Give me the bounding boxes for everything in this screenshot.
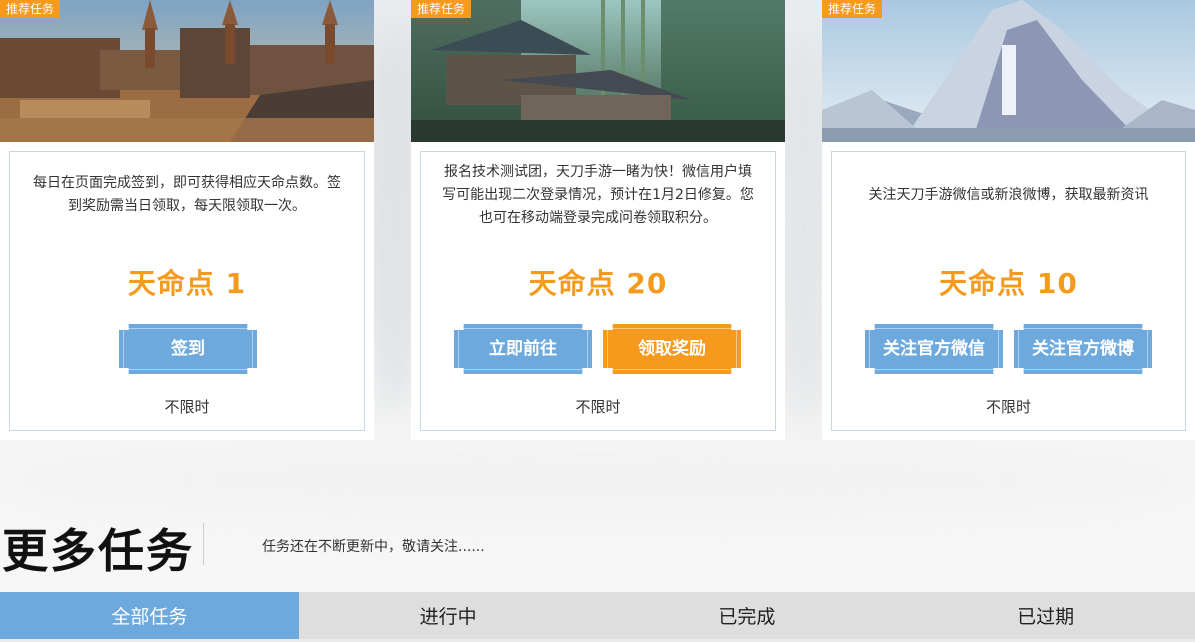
- recommended-badge: 推荐任务: [822, 0, 883, 18]
- follow-weibo-button[interactable]: 关注官方微博: [1014, 324, 1152, 374]
- time-limit: 不限时: [575, 398, 621, 416]
- recommended-badge: 推荐任务: [0, 0, 61, 18]
- tab-expired[interactable]: 已过期: [896, 592, 1195, 639]
- banner-image-snow-mountain: [822, 0, 1195, 142]
- section-title: 更多任务: [2, 524, 194, 578]
- task-description: 报名技术测试团，天刀手游一睹为快！微信用户填写可能出现二次登录情况，预计在1月2…: [442, 164, 754, 226]
- task-filter-tabs: 全部任务 进行中 已完成 已过期: [0, 592, 1195, 639]
- time-limit: 不限时: [985, 398, 1031, 416]
- go-now-button[interactable]: 立即前往: [454, 324, 592, 374]
- time-limit: 不限时: [164, 398, 210, 416]
- checkin-button[interactable]: 签到: [119, 324, 257, 374]
- task-description: 每日在页面完成签到，即可获得相应天命点数。签到奖励需当日领取，每天限领取一次。: [33, 175, 341, 214]
- banner-image-bamboo-village: [411, 0, 785, 142]
- tab-all-tasks[interactable]: 全部任务: [0, 592, 299, 639]
- recommended-badge: 推荐任务: [411, 0, 472, 18]
- reward-points: 天命点 10: [939, 267, 1078, 300]
- banner-image-desert-town: [0, 0, 374, 142]
- follow-wechat-button[interactable]: 关注官方微信: [865, 324, 1003, 374]
- claim-reward-button[interactable]: 领取奖励: [603, 324, 741, 374]
- task-box: 每日在页面完成签到，即可获得相应天命点数。签到奖励需当日领取，每天限领取一次。 …: [9, 151, 365, 431]
- reward-points: 天命点 1: [127, 267, 247, 300]
- task-card-follow: 推荐任务 关注天刀手游微信或新浪微博，获取最新资讯 天命点 10 关注官方微信 …: [822, 0, 1195, 440]
- reward-points: 天命点 20: [528, 267, 668, 300]
- task-box: 报名技术测试团，天刀手游一睹为快！微信用户填写可能出现二次登录情况，预计在1月2…: [420, 151, 776, 431]
- task-description: 关注天刀手游微信或新浪微博，获取最新资讯: [868, 187, 1149, 203]
- task-card-checkin: 推荐任务 每日在页面完成签到，即可获得相应天命点数。签到奖励需当日领取，每天限领…: [0, 0, 374, 440]
- task-box: 关注天刀手游微信或新浪微博，获取最新资讯 天命点 10 关注官方微信 关注官方微…: [831, 151, 1186, 431]
- title-divider: [203, 523, 204, 565]
- tab-in-progress[interactable]: 进行中: [299, 592, 598, 639]
- tab-completed[interactable]: 已完成: [598, 592, 897, 639]
- section-subtitle: 任务还在不断更新中，敬请关注......: [262, 539, 485, 555]
- background-mist: [0, 440, 1195, 520]
- task-card-test-team: 推荐任务 报名技术测试团，天刀手游一睹为快！微信用户填写可能出现二次登录情况，预…: [411, 0, 785, 440]
